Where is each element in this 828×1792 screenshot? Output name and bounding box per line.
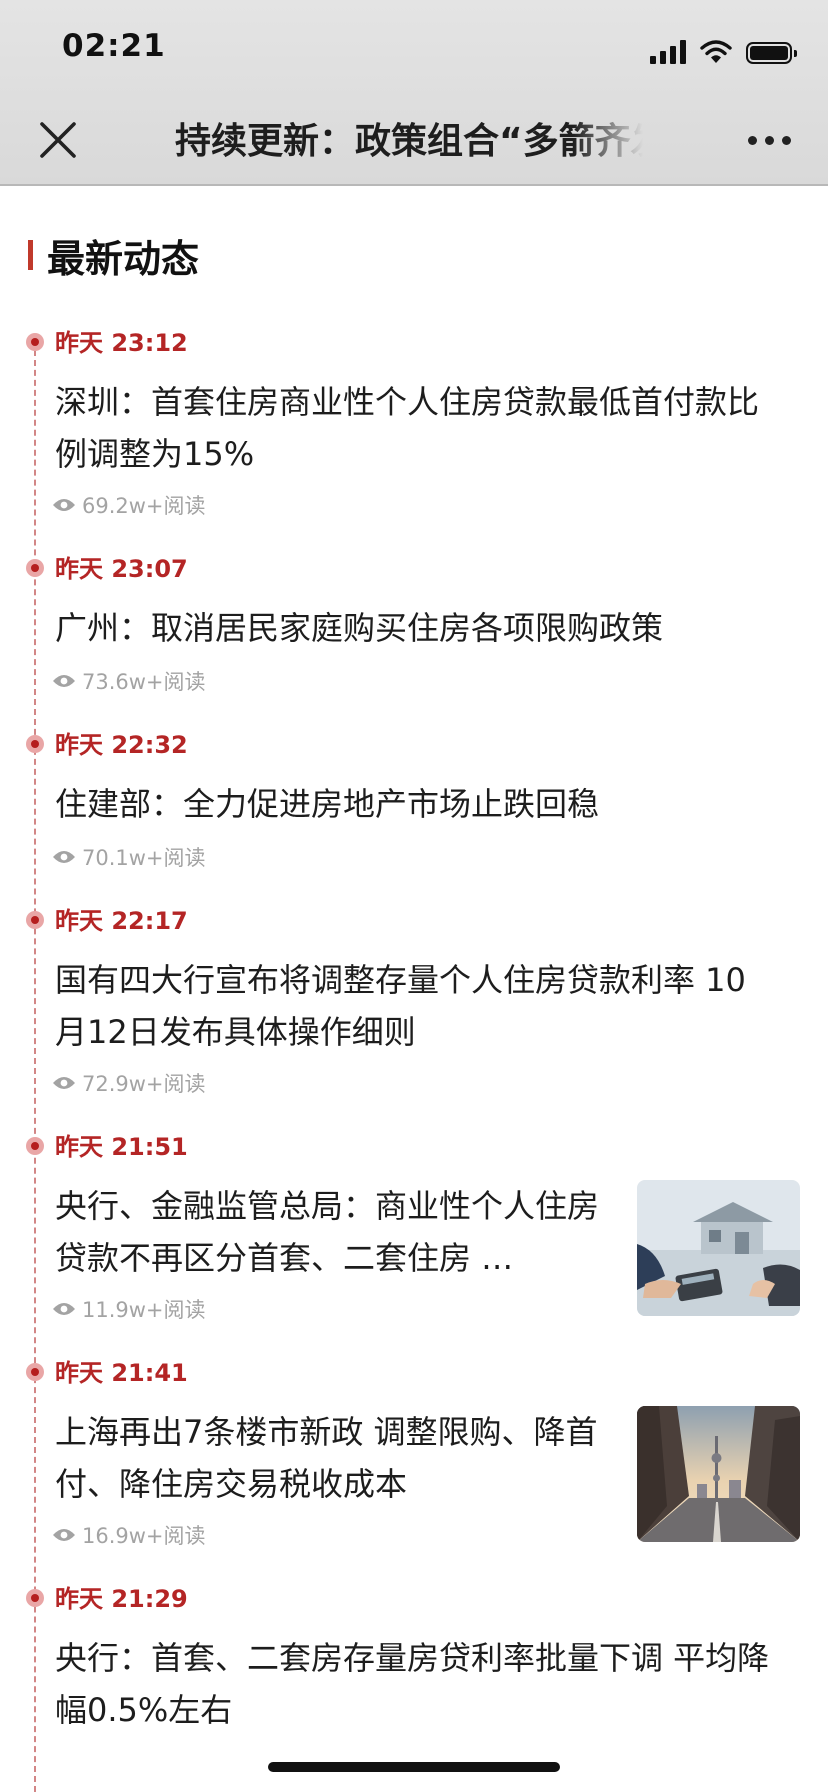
cellular-signal-icon [650, 40, 686, 64]
city-street-tower-thumbnail[interactable] [637, 1406, 800, 1542]
timeline-dot [26, 735, 44, 753]
status-icons [650, 36, 797, 64]
item-title[interactable]: 深圳：首套住房商业性个人住房贷款最低首付款比例调整为15% [55, 376, 777, 480]
more-icon[interactable] [748, 128, 794, 152]
read-count: 69.2w+阅读 [82, 494, 206, 518]
read-count: 11.9w+阅读 [82, 1298, 206, 1322]
section-accent-bar [28, 240, 33, 270]
item-time: 昨天 23:07 [55, 555, 188, 583]
house-model-calculator-thumbnail[interactable] [637, 1180, 800, 1316]
item-reads: 73.6w+阅读 [52, 666, 206, 696]
read-count: 70.1w+阅读 [82, 846, 206, 870]
eye-icon [53, 675, 75, 687]
item-time: 昨天 21:41 [55, 1359, 188, 1387]
home-indicator[interactable] [268, 1762, 560, 1772]
item-reads: 69.2w+阅读 [52, 490, 206, 520]
eye-icon [53, 1303, 75, 1315]
section-title: 最新动态 [47, 236, 200, 281]
item-reads: 16.9w+阅读 [52, 1520, 206, 1550]
timeline-dot [26, 333, 44, 351]
wifi-icon [700, 40, 732, 63]
section-header: 最新动态 [28, 232, 199, 281]
item-time: 昨天 22:32 [55, 731, 188, 759]
item-time: 昨天 21:51 [55, 1133, 188, 1161]
item-time: 昨天 22:17 [55, 907, 188, 935]
timeline-dot [26, 1589, 44, 1607]
item-reads: 72.9w+阅读 [52, 1068, 206, 1098]
status-time: 02:21 [62, 28, 166, 64]
top-bar: 02:21 持续更新：政策组合“多箭齐发 [0, 0, 828, 186]
item-title[interactable]: 央行、金融监管总局：商业性个人住房贷款不再区分首套、二套住房 … [55, 1180, 615, 1284]
page-title: 持续更新：政策组合“多箭齐发 [175, 121, 643, 162]
item-reads: 70.1w+阅读 [52, 842, 206, 872]
battery-icon [746, 42, 797, 64]
eye-icon [53, 499, 75, 511]
item-time: 昨天 21:29 [55, 1585, 188, 1613]
eye-icon [53, 851, 75, 863]
item-title[interactable]: 上海再出7条楼市新政 调整限购、降首付、降住房交易税收成本 [55, 1406, 615, 1510]
item-title[interactable]: 住建部：全力促进房地产市场止跌回稳 [55, 778, 777, 830]
read-count: 16.9w+阅读 [82, 1524, 206, 1548]
timeline-line [34, 340, 36, 1792]
item-title[interactable]: 广州：取消居民家庭购买住房各项限购政策 [55, 602, 777, 654]
read-count: 72.9w+阅读 [82, 1072, 206, 1096]
item-title[interactable]: 国有四大行宣布将调整存量个人住房贷款利率 10月12日发布具体操作细则 [55, 954, 777, 1058]
timeline-dot [26, 1363, 44, 1381]
timeline-dot [26, 1137, 44, 1155]
item-reads: 11.9w+阅读 [52, 1294, 206, 1324]
eye-icon [53, 1529, 75, 1541]
eye-icon [53, 1077, 75, 1089]
timeline-dot [26, 911, 44, 929]
item-title[interactable]: 央行：首套、二套房存量房贷利率批量下调 平均降幅0.5%左右 [55, 1632, 777, 1736]
read-count: 73.6w+阅读 [82, 670, 206, 694]
item-time: 昨天 23:12 [55, 329, 188, 357]
close-icon[interactable] [36, 118, 80, 162]
timeline-dot [26, 559, 44, 577]
